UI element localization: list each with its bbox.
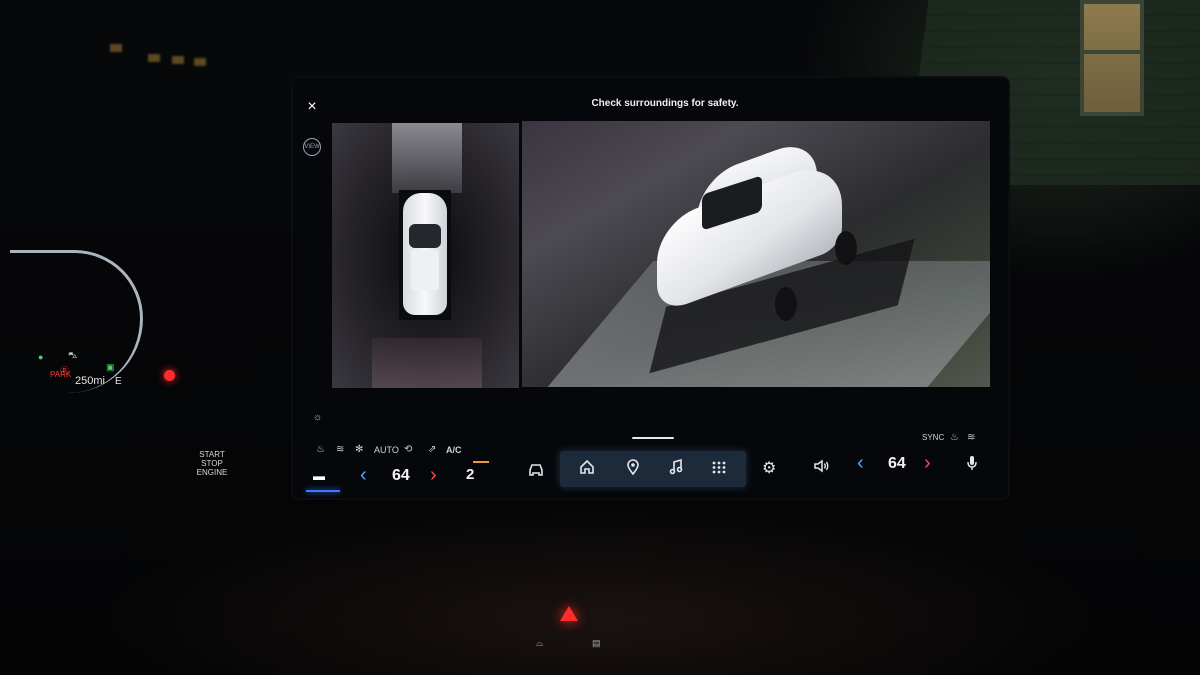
seat-vent-icon[interactable]: ≋ bbox=[336, 444, 344, 455]
driver-temp-down-button[interactable]: ‹ bbox=[360, 465, 367, 485]
fan-level-bar bbox=[473, 461, 489, 463]
car-indicator-icon: ⛍ bbox=[68, 350, 78, 360]
fan-auto-icon[interactable]: ✻ bbox=[355, 444, 363, 455]
range-readout: 250mi bbox=[75, 375, 105, 387]
display-brightness-icon[interactable]: ☼ bbox=[313, 412, 322, 423]
front-defrost-icon[interactable]: ⌓ bbox=[536, 638, 543, 649]
park-label: PARK bbox=[50, 370, 72, 379]
eco-indicator-icon: ● bbox=[38, 352, 44, 362]
engine-label: ENGINE bbox=[196, 468, 228, 477]
rear-defrost-icon[interactable]: ▤ bbox=[592, 638, 601, 649]
ac-button[interactable]: A/C bbox=[446, 445, 462, 455]
driver-temp-up-button[interactable]: › bbox=[430, 465, 437, 485]
location-pin-icon[interactable] bbox=[624, 458, 644, 478]
distant-lights bbox=[110, 40, 210, 70]
safety-message: Check surroundings for safety. bbox=[591, 98, 739, 109]
close-button[interactable]: × bbox=[305, 99, 319, 115]
start-label: START bbox=[199, 450, 225, 459]
auto-button[interactable]: AUTO bbox=[374, 445, 399, 455]
music-note-icon[interactable] bbox=[667, 458, 687, 478]
top-car-image bbox=[399, 190, 451, 320]
climate-drawer-handle[interactable] bbox=[632, 437, 674, 439]
volume-icon[interactable] bbox=[813, 458, 831, 474]
car-roof bbox=[411, 250, 439, 290]
camera-icon[interactable]: ▬ bbox=[313, 469, 325, 483]
top-road-texture bbox=[392, 123, 462, 193]
front-wheel bbox=[775, 287, 797, 321]
house-window bbox=[1080, 0, 1144, 116]
fuel-empty-label: E bbox=[115, 376, 122, 387]
seat-heat-icon[interactable]: ♨ bbox=[316, 444, 325, 455]
warning-light-icon bbox=[164, 370, 175, 381]
driver-temp: 64 bbox=[392, 467, 410, 484]
hazard-button-icon[interactable] bbox=[560, 606, 578, 621]
passenger-temp-down-button[interactable]: ‹ bbox=[857, 453, 864, 473]
passenger-seat-heat-icon[interactable]: ♨ bbox=[950, 432, 959, 443]
traction-indicator-icon: ▣ bbox=[106, 362, 115, 372]
3d-car-image bbox=[657, 135, 857, 321]
rear-wheel bbox=[835, 231, 857, 265]
vehicle-icon[interactable] bbox=[527, 463, 545, 477]
passenger-temp-up-button[interactable]: › bbox=[924, 453, 931, 473]
start-stop-button[interactable]: START STOP ENGINE bbox=[186, 450, 238, 490]
microphone-icon[interactable] bbox=[966, 455, 978, 471]
car-windshield bbox=[409, 224, 441, 248]
camera-active-indicator bbox=[306, 490, 340, 492]
3d-camera-view[interactable] bbox=[522, 121, 990, 387]
fan-speed-button[interactable]: 2 bbox=[466, 466, 474, 483]
view-toggle-button[interactable]: VIEW bbox=[303, 138, 321, 156]
passenger-temp: 64 bbox=[888, 455, 906, 472]
gear-icon[interactable]: ⚙ bbox=[762, 458, 776, 478]
top-down-camera-view[interactable] bbox=[332, 123, 519, 388]
apps-grid-icon[interactable] bbox=[710, 458, 730, 478]
recirculation-icon[interactable]: ⟲ bbox=[404, 444, 412, 455]
airflow-mode-icon[interactable]: ⇗ bbox=[428, 444, 436, 455]
stop-label: STOP bbox=[201, 459, 223, 468]
passenger-seat-vent-icon[interactable]: ≋ bbox=[967, 432, 975, 443]
bottom-ground-texture bbox=[372, 338, 482, 388]
gauge-arc bbox=[10, 250, 143, 393]
home-icon[interactable] bbox=[578, 458, 598, 478]
sync-button[interactable]: SYNC bbox=[922, 433, 944, 442]
